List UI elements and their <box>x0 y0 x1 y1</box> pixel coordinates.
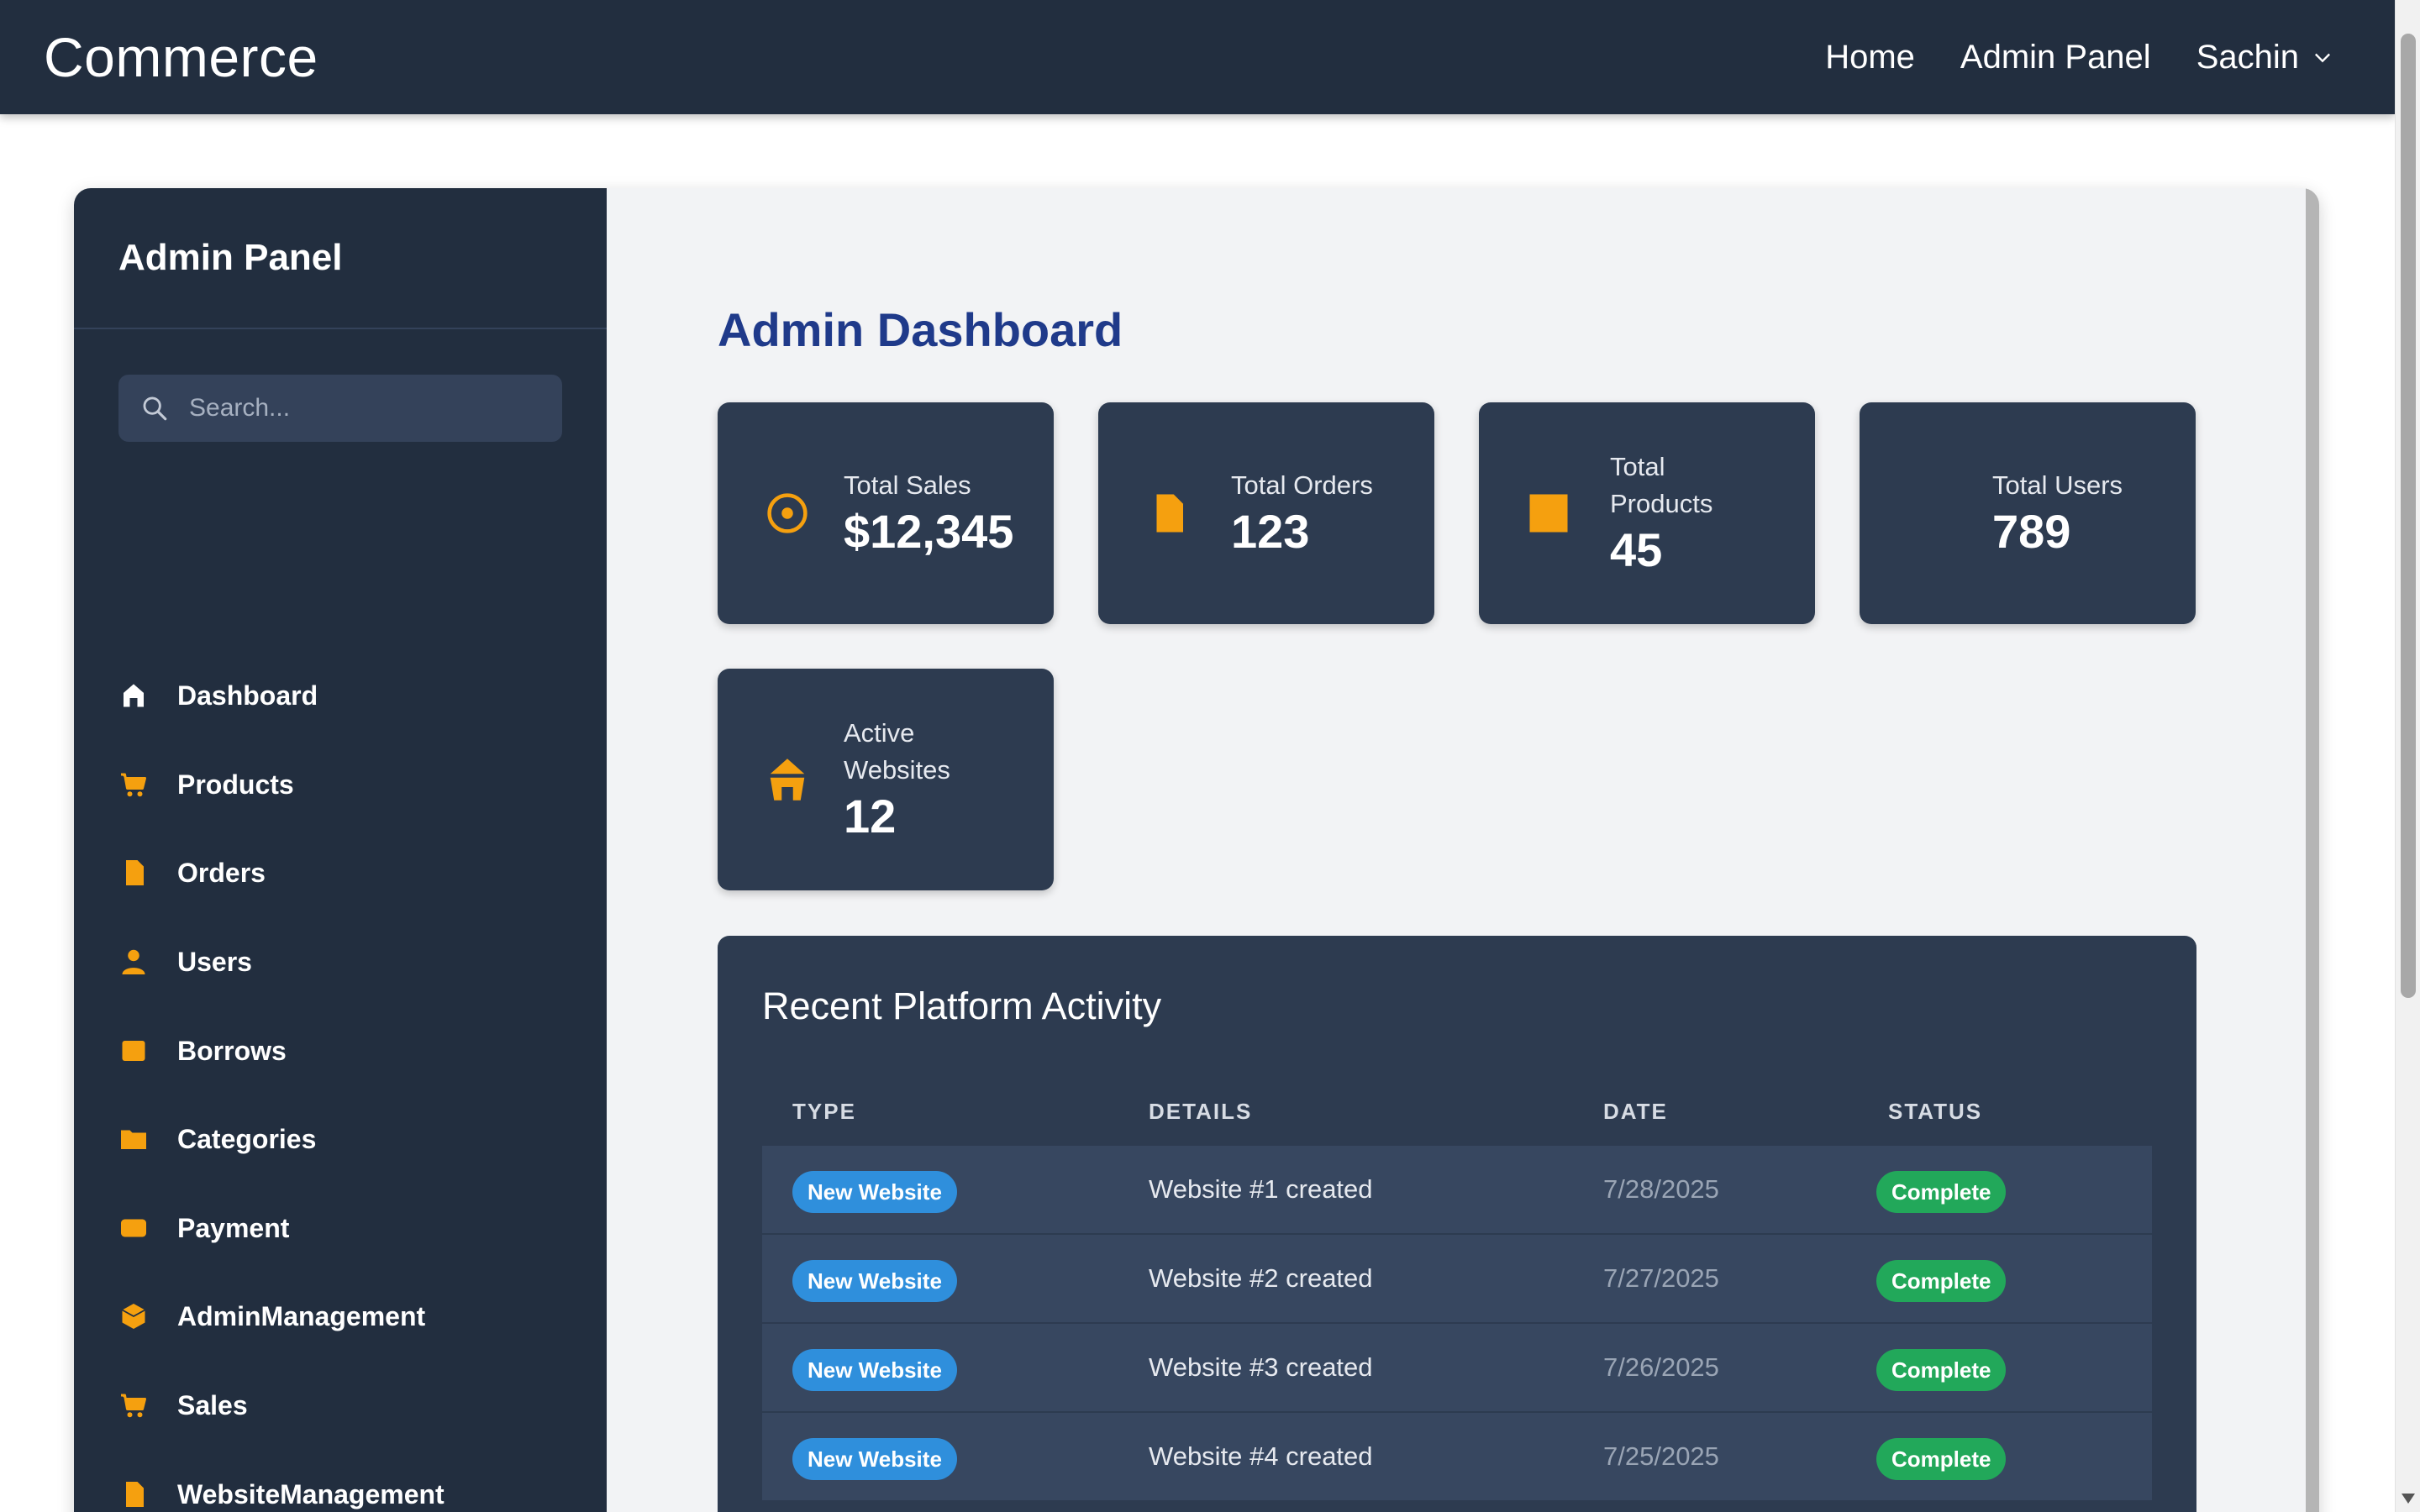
sidebar-item-label: WebsiteManagement <box>177 1478 445 1509</box>
recent-activity-panel: Recent Platform Activity TYPE DETAILS DA… <box>718 936 2196 1512</box>
stat-card-active-websites: Active Websites 12 <box>718 669 1054 890</box>
folder-icon <box>118 1124 149 1154</box>
stat-value: 12 <box>844 790 897 843</box>
activity-title: Recent Platform Activity <box>762 984 1162 1027</box>
stat-card-total-orders: Total Orders 123 <box>1098 402 1434 624</box>
nav-link-home[interactable]: Home <box>1825 39 1915 76</box>
sidebar-item-label: Dashboard <box>177 680 318 711</box>
sidebar-item-dashboard[interactable]: Dashboard <box>118 670 572 721</box>
type-badge: New Website <box>792 1260 957 1302</box>
column-header-details: DETAILS <box>1149 1099 1253 1124</box>
table-row[interactable]: New Website Website #2 created 7/27/2025… <box>762 1235 2152 1324</box>
row-date: 7/26/2025 <box>1603 1352 1719 1382</box>
table-header: TYPE DETAILS DATE STATUS <box>762 1079 2152 1146</box>
sidebar-title: Admin Panel <box>74 188 607 329</box>
cart-icon <box>118 769 149 800</box>
stat-label: Active Websites <box>844 718 950 785</box>
stat-card-total-users: Total Users 789 <box>1860 402 2196 624</box>
stat-value: 45 <box>1610 523 1663 576</box>
table-row[interactable]: New Website Website #3 created 7/26/2025… <box>762 1324 2152 1413</box>
sidebar-item-users[interactable]: Users <box>118 937 572 987</box>
stat-value: $12,345 <box>844 505 1014 558</box>
stat-card-total-sales: Total Sales $12,345 <box>718 402 1054 624</box>
row-details: Website #1 created <box>1149 1174 1373 1204</box>
sidebar-item-borrows[interactable]: Borrows <box>118 1026 572 1076</box>
type-badge: New Website <box>792 1349 957 1391</box>
page-scrollbar[interactable] <box>2395 0 2420 1512</box>
scroll-down-arrow[interactable] <box>2402 1494 2415 1504</box>
document-icon <box>1145 491 1191 536</box>
square-icon <box>1526 491 1571 536</box>
stat-label: Total Sales <box>844 470 971 500</box>
column-header-status: STATUS <box>1888 1099 1983 1124</box>
sidebar-item-sales[interactable]: Sales <box>118 1380 572 1431</box>
status-badge: Complete <box>1876 1349 2007 1391</box>
user-name: Sachin <box>2196 38 2299 76</box>
search-icon <box>143 396 167 421</box>
type-badge: New Website <box>792 1438 957 1480</box>
chevron-down-icon <box>2315 53 2330 63</box>
square-icon <box>118 1036 149 1066</box>
document-icon <box>118 1479 149 1509</box>
column-header-date: DATE <box>1603 1099 1668 1124</box>
row-details: Website #3 created <box>1149 1352 1373 1382</box>
row-date: 7/27/2025 <box>1603 1263 1719 1293</box>
sidebar-item-products[interactable]: Products <box>118 759 572 810</box>
brand-logo[interactable]: Commerce <box>44 25 318 89</box>
type-badge: New Website <box>792 1171 957 1213</box>
sidebar-item-categories[interactable]: Categories <box>118 1114 572 1164</box>
sidebar-item-label: Categories <box>177 1123 317 1154</box>
user-menu[interactable]: Sachin <box>2196 39 2334 76</box>
scroll-thumb[interactable] <box>2401 34 2416 998</box>
stat-label: Total Users <box>1992 470 2123 500</box>
document-icon <box>118 858 149 888</box>
stat-card-total-products: Total Products 45 <box>1479 402 1815 624</box>
row-date: 7/28/2025 <box>1603 1174 1719 1204</box>
row-details: Website #4 created <box>1149 1441 1373 1471</box>
target-icon <box>765 491 810 536</box>
sidebar-item-label: Products <box>177 769 294 800</box>
sidebar-item-label: Users <box>177 946 252 977</box>
page-title: Admin Dashboard <box>718 303 1123 356</box>
sidebar-item-label: Payment <box>177 1212 290 1243</box>
sidebar-item-websitemanagement[interactable]: WebsiteManagement <box>118 1469 572 1512</box>
stat-label: Total Orders <box>1231 470 1373 500</box>
sidebar-item-label: Sales <box>177 1389 248 1420</box>
table-row[interactable]: New Website Website #4 created 7/25/2025… <box>762 1413 2152 1502</box>
sidebar-item-payment[interactable]: Payment <box>118 1203 572 1253</box>
column-header-type: TYPE <box>792 1099 856 1124</box>
sidebar-search[interactable] <box>118 375 562 442</box>
sidebar: Admin Panel Dashboard Products <box>74 188 607 1512</box>
stat-value: 789 <box>1992 505 2071 558</box>
home-icon <box>118 680 149 711</box>
card-icon <box>118 1213 149 1243</box>
row-details: Website #2 created <box>1149 1263 1373 1293</box>
user-icon <box>118 947 149 977</box>
hexagon-icon <box>118 1301 149 1331</box>
nav-link-admin-panel[interactable]: Admin Panel <box>1960 39 2151 76</box>
status-badge: Complete <box>1876 1260 2007 1302</box>
row-date: 7/25/2025 <box>1603 1441 1719 1471</box>
nav-links: Home Admin Panel Sachin <box>1825 39 2351 76</box>
table-row[interactable]: New Website Website #1 created 7/28/2025… <box>762 1146 2152 1235</box>
sidebar-item-label: AdminManagement <box>177 1300 426 1331</box>
stat-value: 123 <box>1231 505 1310 558</box>
sidebar-item-label: Orders <box>177 857 266 888</box>
status-badge: Complete <box>1876 1438 2007 1480</box>
home-icon <box>765 757 810 802</box>
sidebar-item-label: Borrows <box>177 1035 287 1066</box>
main-content: Admin Dashboard Total Sales $12,345 Tota… <box>607 188 2306 1512</box>
cart-icon <box>118 1390 149 1420</box>
sidebar-item-orders[interactable]: Orders <box>118 848 572 898</box>
stat-label: Total Products <box>1610 452 1713 518</box>
top-navbar: Commerce Home Admin Panel Sachin <box>0 0 2395 114</box>
admin-frame: Admin Panel Dashboard Products <box>74 188 2319 1512</box>
sidebar-item-adminmanagement[interactable]: AdminManagement <box>118 1291 572 1341</box>
activity-table: TYPE DETAILS DATE STATUS New Website Web… <box>762 1079 2152 1502</box>
status-badge: Complete <box>1876 1171 2007 1213</box>
frame-scroll-edge <box>2306 188 2319 1512</box>
search-input[interactable] <box>189 394 542 423</box>
